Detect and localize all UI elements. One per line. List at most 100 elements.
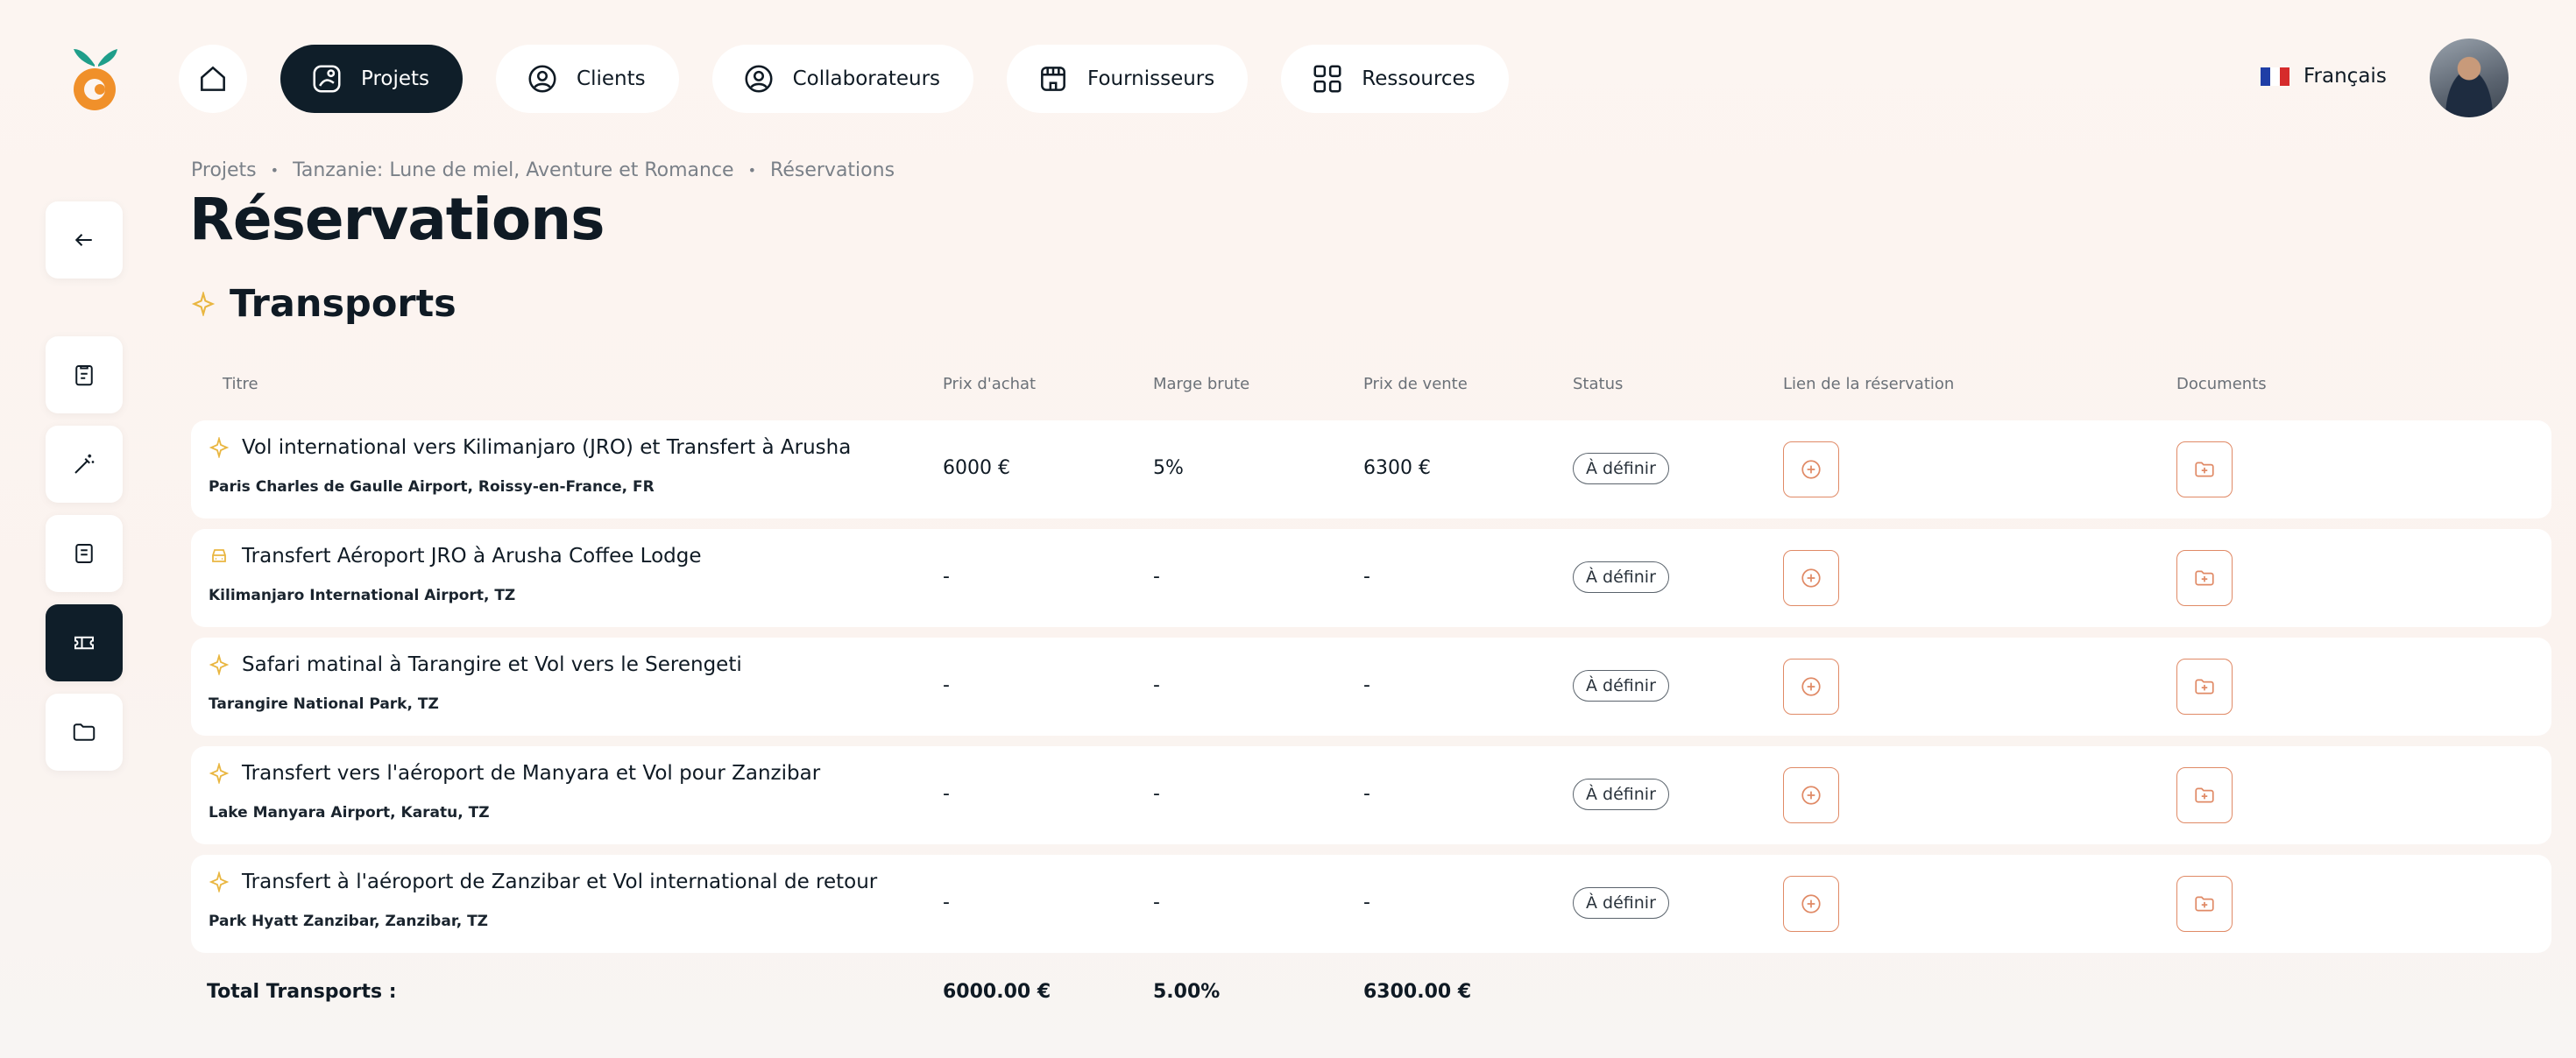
- table-row[interactable]: Transfert Aéroport JRO à Arusha Coffee L…: [191, 529, 2551, 627]
- language-label: Français: [2304, 65, 2387, 88]
- avatar[interactable]: [2430, 39, 2509, 117]
- nav-label: Clients: [577, 67, 646, 90]
- table-row[interactable]: Vol international vers Kilimanjaro (JRO)…: [191, 420, 2551, 518]
- add-document-button[interactable]: [2176, 767, 2233, 823]
- nav-label: Collaborateurs: [792, 67, 941, 90]
- section-title: Transports: [191, 282, 456, 326]
- column-header-status: Status: [1573, 375, 1624, 393]
- home-icon: [201, 66, 225, 91]
- row-title-text[interactable]: Safari matinal à Tarangire et Vol vers l…: [242, 653, 742, 676]
- nav-collaborateurs[interactable]: Collaborateurs: [711, 45, 974, 113]
- row-title: Transfert à l'aéroport de Zanzibar et Vo…: [209, 871, 877, 893]
- nav-ressources[interactable]: Ressources: [1281, 45, 1509, 113]
- status-badge[interactable]: À définir: [1573, 887, 1669, 919]
- cell-marge: -: [1153, 892, 1160, 913]
- plane-icon: [209, 763, 230, 784]
- column-header-marge: Marge brute: [1153, 375, 1250, 393]
- column-header-documents: Documents: [2176, 375, 2267, 393]
- add-link-button[interactable]: [1783, 441, 1839, 497]
- sidebar-item-magic[interactable]: [46, 426, 123, 503]
- table-row[interactable]: Transfert à l'aéroport de Zanzibar et Vo…: [191, 855, 2551, 953]
- column-header-lien: Lien de la réservation: [1783, 375, 1955, 393]
- nav-projets[interactable]: Projets: [280, 45, 464, 113]
- cell-prix-vente: -: [1363, 566, 1370, 588]
- nav-label: Fournisseurs: [1087, 67, 1215, 90]
- add-document-button[interactable]: [2176, 659, 2233, 715]
- plus-circle-icon: [1801, 894, 1821, 913]
- row-title-text[interactable]: Vol international vers Kilimanjaro (JRO)…: [242, 436, 851, 459]
- cell-prix-vente: 6300 €: [1363, 457, 1431, 479]
- folder-plus-icon: [2195, 570, 2214, 586]
- row-title: Transfert vers l'aéroport de Manyara et …: [209, 762, 820, 785]
- magic-wand-icon: [74, 454, 95, 474]
- add-link-button[interactable]: [1783, 767, 1839, 823]
- cell-prix-achat: -: [943, 783, 950, 805]
- sidebar-item-checklist[interactable]: [46, 336, 123, 413]
- section-title-label: Transports: [230, 282, 456, 326]
- plus-circle-icon: [1801, 460, 1821, 479]
- store-icon: [1041, 67, 1065, 91]
- user-circle-icon: [745, 65, 773, 93]
- folder-icon: [73, 723, 96, 741]
- language-selector[interactable]: Français: [2261, 65, 2387, 88]
- app-logo[interactable]: [68, 39, 124, 117]
- table-row[interactable]: Safari matinal à Tarangire et Vol vers l…: [191, 638, 2551, 736]
- table-row[interactable]: Transfert vers l'aéroport de Manyara et …: [191, 746, 2551, 844]
- status-badge[interactable]: À définir: [1573, 561, 1669, 593]
- cell-marge: -: [1153, 566, 1160, 588]
- cell-marge: -: [1153, 674, 1160, 696]
- row-location: Tarangire National Park, TZ: [209, 695, 439, 713]
- sidebar-item-documents[interactable]: [46, 694, 123, 771]
- breadcrumb-current: Réservations: [770, 159, 895, 181]
- total-label: Total Transports :: [207, 981, 397, 1003]
- row-location: Kilimanjaro International Airport, TZ: [209, 587, 516, 604]
- plane-icon: [209, 654, 230, 675]
- breadcrumb-project[interactable]: Tanzanie: Lune de miel, Aventure et Roma…: [293, 159, 734, 181]
- add-link-button[interactable]: [1783, 659, 1839, 715]
- cell-marge: -: [1153, 783, 1160, 805]
- status-badge[interactable]: À définir: [1573, 453, 1669, 484]
- nav-label: Projets: [361, 67, 430, 90]
- total-sale: 6300.00 €: [1363, 981, 1472, 1003]
- projects-icon: [313, 65, 341, 93]
- plane-icon: [209, 437, 230, 458]
- nav-label: Ressources: [1362, 67, 1476, 90]
- row-location: Lake Manyara Airport, Karatu, TZ: [209, 804, 490, 822]
- grid-icon: [1313, 65, 1341, 93]
- column-header-prix-vente: Prix de vente: [1363, 375, 1468, 393]
- nav-clients[interactable]: Clients: [496, 45, 679, 113]
- total-margin: 5.00%: [1153, 981, 1221, 1003]
- breadcrumb-projets[interactable]: Projets: [191, 159, 257, 181]
- clipboard-icon: [75, 365, 93, 386]
- add-document-button[interactable]: [2176, 550, 2233, 606]
- row-title-text[interactable]: Transfert à l'aéroport de Zanzibar et Vo…: [242, 871, 877, 893]
- add-document-button[interactable]: [2176, 441, 2233, 497]
- folder-plus-icon: [2195, 787, 2214, 803]
- home-button[interactable]: [179, 45, 247, 113]
- row-title: Safari matinal à Tarangire et Vol vers l…: [209, 653, 742, 676]
- sidebar-item-reservations[interactable]: [46, 604, 123, 681]
- row-title-text[interactable]: Transfert Aéroport JRO à Arusha Coffee L…: [242, 545, 702, 568]
- plus-circle-icon: [1801, 568, 1821, 588]
- main-nav: Projets Clients Collaborateurs Fournisse…: [179, 44, 1509, 114]
- france-flag-icon: [2261, 67, 2289, 86]
- plus-circle-icon: [1801, 786, 1821, 805]
- status-badge[interactable]: À définir: [1573, 779, 1669, 810]
- add-link-button[interactable]: [1783, 550, 1839, 606]
- add-document-button[interactable]: [2176, 876, 2233, 932]
- add-link-button[interactable]: [1783, 876, 1839, 932]
- nav-fournisseurs[interactable]: Fournisseurs: [1007, 45, 1249, 113]
- plane-icon: [191, 292, 216, 316]
- user-circle-icon: [528, 65, 556, 93]
- plane-icon: [209, 871, 230, 892]
- cell-prix-achat: -: [943, 566, 950, 588]
- back-button[interactable]: [46, 201, 123, 279]
- folder-plus-icon: [2195, 896, 2214, 912]
- row-title-text[interactable]: Transfert vers l'aéroport de Manyara et …: [242, 762, 820, 785]
- cell-prix-vente: -: [1363, 892, 1370, 913]
- folder-plus-icon: [2195, 462, 2214, 477]
- sidebar-item-notes[interactable]: [46, 515, 123, 592]
- status-badge[interactable]: À définir: [1573, 670, 1669, 702]
- cell-prix-vente: -: [1363, 783, 1370, 805]
- cell-prix-vente: -: [1363, 674, 1370, 696]
